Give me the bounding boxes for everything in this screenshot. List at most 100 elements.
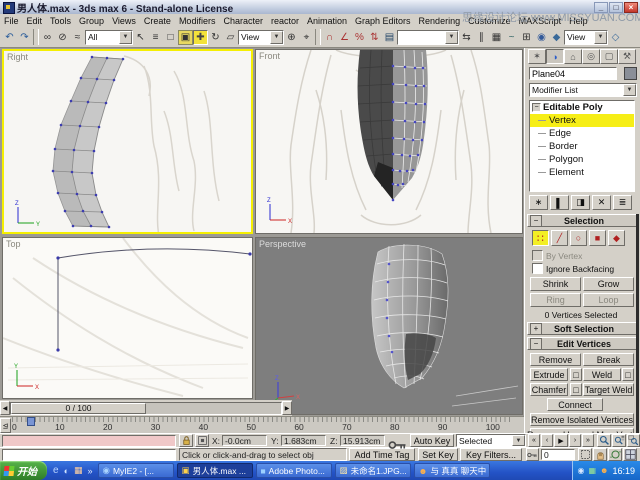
connect-button[interactable]: Connect [547, 398, 603, 411]
tray-qq-icon[interactable]: ☻ [600, 466, 608, 475]
chamfer-button[interactable]: Chamfer [530, 383, 568, 396]
key-mode-dropdown[interactable]: Selected ▼ [456, 434, 526, 447]
select-and-link-icon[interactable]: ∞ [40, 30, 55, 45]
right-viewport-canvas[interactable]: Z Y [4, 51, 253, 234]
show-end-result-icon[interactable]: ▌ [550, 195, 569, 210]
element-subobject-icon[interactable]: ◆ [608, 230, 625, 246]
undo-icon[interactable]: ↶ [2, 30, 17, 45]
stack-item-edge[interactable]: Edge [530, 127, 634, 140]
display-tab-icon[interactable]: ▢ [600, 49, 618, 64]
arc-rotate-icon[interactable] [608, 448, 622, 461]
grow-button[interactable]: Grow [583, 277, 634, 291]
modify-tab-icon[interactable]: ◑ [546, 49, 564, 64]
render-type-dropdown[interactable]: View ▼ [564, 29, 608, 45]
viewport-label[interactable]: Top [6, 239, 21, 249]
by-vertex-checkbox[interactable] [532, 250, 543, 261]
tray-grid-icon[interactable]: ▦ [588, 466, 596, 475]
selection-rollout-header[interactable]: − Selection [527, 214, 637, 227]
task-chat[interactable]: ☻ 与 真真 聊天中 [413, 463, 490, 478]
quick-launch-1-icon[interactable]: e [53, 465, 59, 476]
start-button[interactable]: 开始 [0, 461, 47, 480]
zoom-extents-icon[interactable] [627, 434, 640, 447]
menu-rendering[interactable]: Rendering [415, 16, 465, 26]
perspective-viewport-canvas[interactable]: Z X Y [256, 238, 522, 414]
zoom-all-icon[interactable] [612, 434, 626, 447]
weld-button[interactable]: Weld [583, 368, 621, 381]
spinner-snap-icon[interactable]: ⇅ [367, 30, 382, 45]
menu-group[interactable]: Group [75, 16, 108, 26]
time-prev-arrow[interactable]: ◀ [0, 401, 10, 415]
quick-render-icon[interactable]: ◇ [608, 30, 623, 45]
menu-tools[interactable]: Tools [46, 16, 75, 26]
time-next-arrow[interactable]: ▶ [282, 401, 292, 415]
viewport-right[interactable]: Right Z Y [2, 49, 253, 234]
pin-stack-icon[interactable]: ∗ [529, 195, 548, 210]
auto-key-button[interactable]: Auto Key [410, 434, 454, 447]
vertex-subobject-icon[interactable]: ∷ [532, 230, 549, 246]
extrude-settings-icon[interactable]: □ [570, 368, 582, 381]
pan-icon[interactable] [593, 448, 607, 461]
viewport-perspective[interactable]: Perspective Z X Y [255, 237, 523, 415]
select-by-name-icon[interactable]: ≡ [148, 30, 163, 45]
polygon-subobject-icon[interactable]: ■ [589, 230, 606, 246]
select-and-manipulate-icon[interactable]: ⌖ [299, 30, 314, 45]
task-photoshop[interactable]: ■ Adobe Photo... [255, 463, 332, 478]
edge-subobject-icon[interactable]: ╱ [551, 230, 568, 246]
menu-animation[interactable]: Animation [303, 16, 351, 26]
create-tab-icon[interactable]: ✶ [528, 49, 546, 64]
quick-launch-overflow-icon[interactable]: » [88, 466, 93, 476]
layer-manager-icon[interactable]: ▦ [489, 30, 504, 45]
chamfer-settings-icon[interactable]: □ [570, 383, 582, 396]
percent-snap-icon[interactable]: % [352, 30, 367, 45]
maxscript-listener-pink[interactable] [2, 435, 176, 447]
trackbar-tool-icon[interactable]: ⊴ [0, 418, 11, 433]
schematic-view-icon[interactable]: ⊞ [519, 30, 534, 45]
material-editor-icon[interactable]: ◉ [534, 30, 549, 45]
maxscript-listener-white[interactable] [2, 449, 176, 461]
remove-isolated-vertices-button[interactable]: Remove Isolated Vertices [530, 413, 634, 426]
chevron-down-icon[interactable]: ▼ [270, 30, 283, 44]
prev-frame-icon[interactable]: ‹ [541, 434, 553, 447]
extrude-button[interactable]: Extrude [530, 368, 568, 381]
remove-modifier-icon[interactable]: ✕ [592, 195, 611, 210]
menu-file[interactable]: File [0, 16, 23, 26]
stack-item-border[interactable]: Border [530, 140, 634, 153]
menu-character[interactable]: Character [219, 16, 267, 26]
weld-settings-icon[interactable]: □ [622, 368, 634, 381]
mirror-icon[interactable]: ⇆ [459, 30, 474, 45]
next-frame-icon[interactable]: › [569, 434, 581, 447]
top-viewport-canvas[interactable]: Y X [3, 238, 252, 398]
task-jpg-file[interactable]: ▨ 未命名1.JPG... [334, 463, 411, 478]
select-and-scale-icon[interactable]: ▱ [223, 30, 238, 45]
collapse-icon[interactable]: − [530, 214, 542, 227]
curve-editor-icon[interactable]: ~ [504, 30, 519, 45]
hierarchy-tab-icon[interactable]: ⌂ [564, 49, 582, 64]
time-slider-track[interactable]: 0 / 100 [10, 401, 282, 415]
goto-start-icon[interactable]: « [528, 434, 540, 447]
ignore-backfacing-checkbox[interactable] [532, 263, 543, 274]
viewport-top[interactable]: Top Y X [2, 237, 253, 399]
angle-snap-icon[interactable]: ∠ [337, 30, 352, 45]
panel-scrollbar[interactable] [636, 214, 639, 441]
break-button[interactable]: Break [583, 353, 634, 366]
track-bar[interactable]: ⊴ 0 10 20 30 40 50 60 70 80 90 100 [0, 416, 524, 433]
snap-toggle-icon[interactable]: ∩ [322, 30, 337, 45]
utilities-tab-icon[interactable]: ⚒ [618, 49, 636, 64]
viewport-front[interactable]: Front Z X [255, 49, 523, 234]
chevron-down-icon[interactable]: ▼ [119, 30, 132, 44]
select-and-rotate-icon[interactable]: ↻ [208, 30, 223, 45]
stack-item-element[interactable]: Element [530, 166, 634, 179]
absolute-mode-icon[interactable] [195, 434, 209, 447]
make-unique-icon[interactable]: ◨ [571, 195, 590, 210]
shrink-button[interactable]: Shrink [530, 277, 581, 291]
collapse-icon[interactable]: − [532, 103, 541, 112]
select-object-icon[interactable]: ↖ [133, 30, 148, 45]
zoom-icon[interactable] [597, 434, 611, 447]
tray-app-icon[interactable]: ◉ [578, 466, 585, 475]
select-and-move-icon[interactable]: ✚ [193, 29, 208, 45]
object-color-swatch[interactable] [624, 67, 637, 80]
menu-graph-editors[interactable]: Graph Editors [351, 16, 415, 26]
goto-end-icon[interactable]: » [582, 434, 594, 447]
lock-selection-icon[interactable] [179, 434, 193, 447]
modifier-list-dropdown[interactable]: Modifier List ▼ [529, 83, 637, 97]
